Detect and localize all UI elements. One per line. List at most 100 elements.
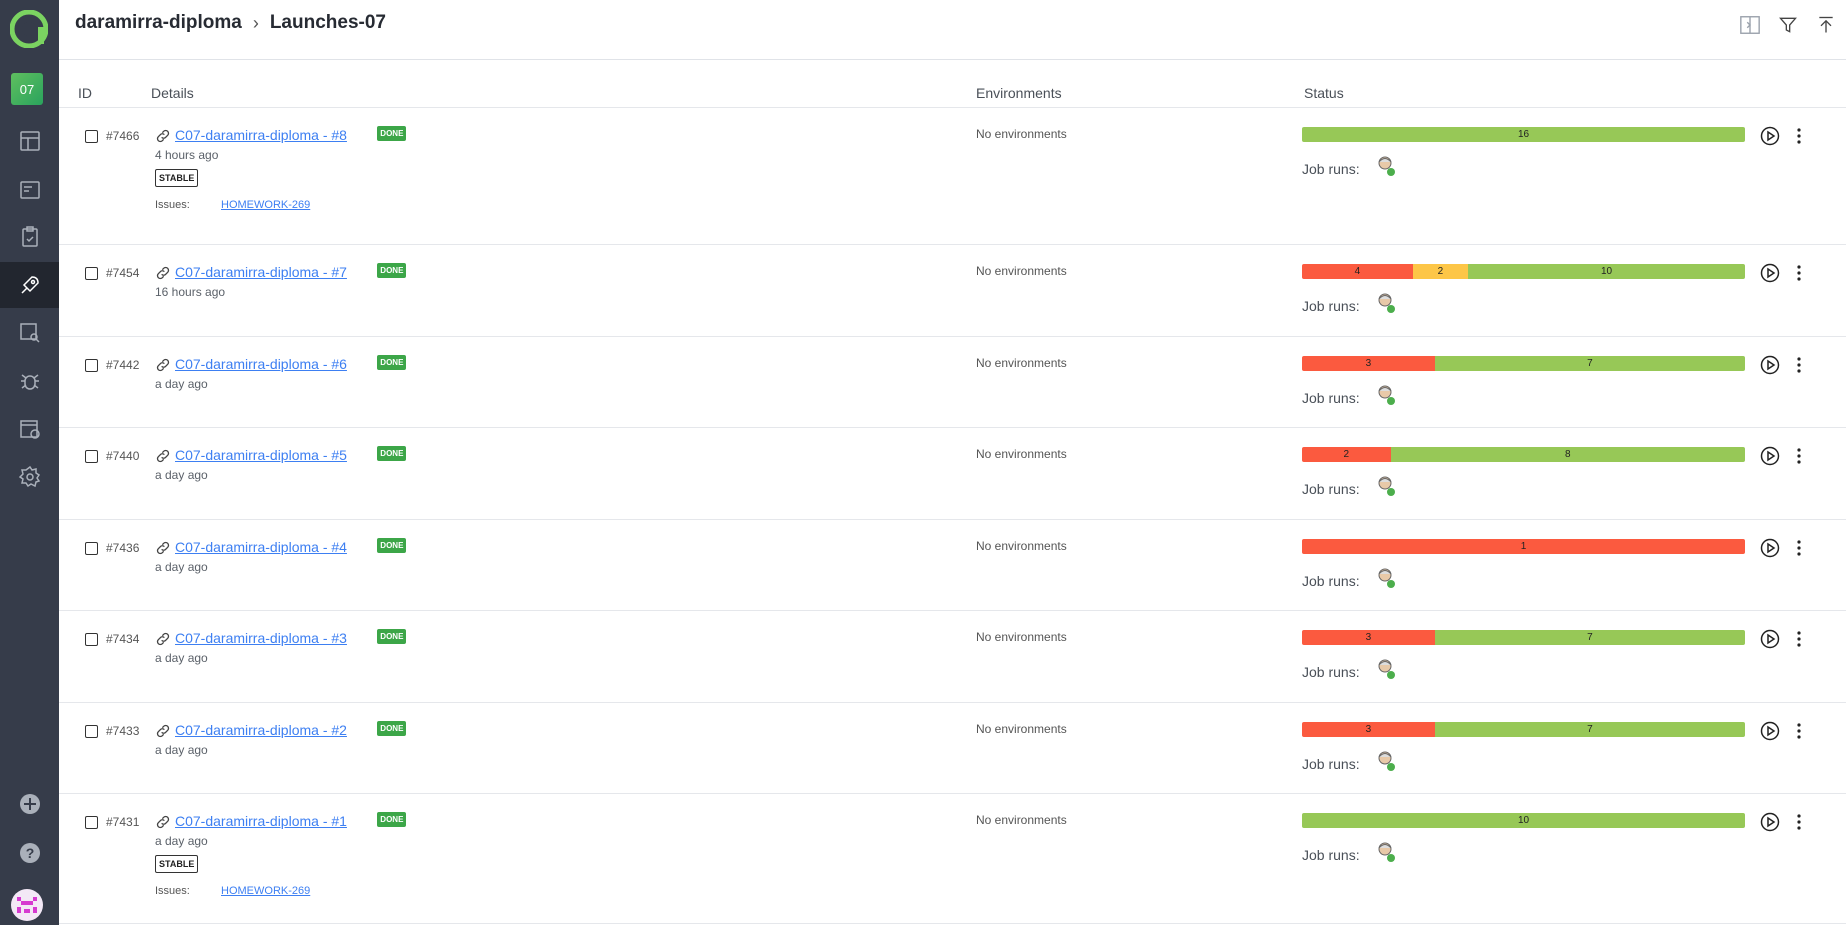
user-avatar[interactable] (11, 889, 43, 921)
launch-row[interactable]: #7436 C07-daramirra-diploma - #4 DONE a day… (59, 520, 1846, 611)
link-icon (156, 541, 170, 555)
project-badge[interactable]: 07 (11, 73, 43, 105)
rerun-button[interactable] (1760, 812, 1780, 832)
row-checkbox[interactable] (85, 725, 98, 738)
more-vertical-icon[interactable] (1789, 355, 1809, 375)
breadcrumb-project[interactable]: daramirra-diploma (75, 12, 242, 34)
job-run-avatar-icon[interactable] (1376, 567, 1396, 589)
more-vertical-icon[interactable] (1789, 263, 1809, 283)
status-bar[interactable]: 16 (1302, 127, 1745, 142)
scroll-top-button[interactable] (1814, 13, 1838, 37)
rerun-button[interactable] (1760, 355, 1780, 375)
status-bar[interactable]: 37 (1302, 356, 1745, 371)
more-vertical-icon[interactable] (1789, 126, 1809, 146)
row-checkbox[interactable] (85, 633, 98, 646)
row-checkbox[interactable] (85, 816, 98, 829)
sidebar-item-test-plans[interactable] (0, 214, 59, 260)
status-segment-passed: 10 (1468, 264, 1745, 279)
status-segment-failed: 3 (1302, 356, 1435, 371)
launch-id: #7454 (106, 266, 140, 280)
status-badge: DONE (377, 538, 407, 553)
filter-button[interactable] (1776, 13, 1800, 37)
rerun-button[interactable] (1760, 721, 1780, 741)
launch-link[interactable]: C07-daramirra-diploma - #6 (175, 356, 347, 372)
job-run-avatar-icon[interactable] (1376, 658, 1396, 680)
issue-link[interactable]: HOMEWORK-269 (221, 885, 310, 897)
sidebar-item-jobs[interactable] (0, 406, 59, 452)
environments-value: No environments (976, 127, 1067, 141)
launch-link[interactable]: C07-daramirra-diploma - #3 (175, 630, 347, 646)
row-checkbox[interactable] (85, 130, 98, 143)
job-run-avatar-icon[interactable] (1376, 384, 1396, 406)
job-runs-label: Job runs: (1302, 573, 1360, 589)
status-bar[interactable]: 4 2 10 (1302, 264, 1745, 279)
more-vertical-icon[interactable] (1789, 629, 1809, 649)
status-segment-passed: 8 (1390, 447, 1745, 462)
sidebar-item-dashboards[interactable] (0, 118, 59, 164)
launch-row[interactable]: #7434 C07-daramirra-diploma - #3 DONE a day… (59, 611, 1846, 703)
job-run-avatar-icon[interactable] (1376, 155, 1396, 177)
rerun-button[interactable] (1760, 538, 1780, 558)
job-run-avatar-icon[interactable] (1376, 750, 1396, 772)
launch-time: a day ago (155, 468, 208, 482)
avatar-icon (17, 897, 37, 913)
row-checkbox[interactable] (85, 542, 98, 555)
col-id[interactable]: ID (78, 85, 92, 101)
environments-value: No environments (976, 356, 1067, 370)
launch-link[interactable]: C07-daramirra-diploma - #1 (175, 813, 347, 829)
launch-row[interactable]: #7466 C07-daramirra-diploma - #8 DONE 4 hou… (59, 108, 1846, 245)
rerun-button[interactable] (1760, 126, 1780, 146)
row-checkbox[interactable] (85, 450, 98, 463)
status-bar[interactable]: 1 (1302, 539, 1745, 554)
status-segment-passed: 16 (1302, 127, 1745, 142)
launch-link[interactable]: C07-daramirra-diploma - #5 (175, 447, 347, 463)
status-segment-passed: 7 (1434, 356, 1745, 371)
stable-tag[interactable]: STABLE (155, 169, 199, 187)
sidebar-item-launches[interactable] (0, 262, 59, 308)
launch-link[interactable]: C07-daramirra-diploma - #8 (175, 127, 347, 143)
arrow-up-icon (1819, 16, 1833, 33)
create-button[interactable] (0, 781, 59, 827)
row-checkbox[interactable] (85, 359, 98, 372)
status-bar[interactable]: 37 (1302, 630, 1745, 645)
launch-link[interactable]: C07-daramirra-diploma - #4 (175, 539, 347, 555)
more-vertical-icon[interactable] (1789, 812, 1809, 832)
rerun-button[interactable] (1760, 263, 1780, 283)
help-button[interactable]: ? (0, 830, 59, 876)
status-bar[interactable]: 37 (1302, 722, 1745, 737)
status-bar[interactable]: 28 (1302, 447, 1745, 462)
status-segment-failed: 3 (1302, 630, 1435, 645)
launch-link[interactable]: C07-daramirra-diploma - #7 (175, 264, 347, 280)
launch-id: #7431 (106, 815, 140, 829)
sidebar-item-analytics[interactable] (0, 310, 59, 356)
launch-link[interactable]: C07-daramirra-diploma - #2 (175, 722, 347, 738)
sidebar-item-defects[interactable] (0, 358, 59, 404)
sidebar-item-test-cases[interactable] (0, 167, 59, 213)
launch-row[interactable]: #7440 C07-daramirra-diploma - #5 DONE a day… (59, 428, 1846, 520)
link-icon (156, 815, 170, 829)
row-checkbox[interactable] (85, 267, 98, 280)
launch-row[interactable]: #7454 C07-daramirra-diploma - #7 DONE 16 ho… (59, 245, 1846, 337)
rerun-button[interactable] (1760, 446, 1780, 466)
allure-logo-icon[interactable] (10, 10, 48, 48)
launch-id: #7442 (106, 358, 140, 372)
sidebar-item-settings[interactable] (0, 454, 59, 500)
table-header: ID Details Environments Status (59, 62, 1846, 108)
job-run-avatar-icon[interactable] (1376, 292, 1396, 314)
page-header: daramirra-diploma › Launches-07 (59, 0, 1846, 60)
status-segment-passed: 7 (1434, 722, 1745, 737)
launch-row[interactable]: #7433 C07-daramirra-diploma - #2 DONE a day… (59, 703, 1846, 794)
launch-row[interactable]: #7431 C07-daramirra-diploma - #1 DONE a day… (59, 794, 1846, 924)
compare-button[interactable] (1738, 13, 1762, 37)
launch-row[interactable]: #7442 C07-daramirra-diploma - #6 DONE a day… (59, 337, 1846, 428)
rerun-button[interactable] (1760, 629, 1780, 649)
stable-tag[interactable]: STABLE (155, 855, 199, 873)
status-bar[interactable]: 10 (1302, 813, 1745, 828)
more-vertical-icon[interactable] (1789, 721, 1809, 741)
job-run-avatar-icon[interactable] (1376, 841, 1396, 863)
more-vertical-icon[interactable] (1789, 446, 1809, 466)
issue-link[interactable]: HOMEWORK-269 (221, 199, 310, 211)
more-vertical-icon[interactable] (1789, 538, 1809, 558)
job-run-avatar-icon[interactable] (1376, 475, 1396, 497)
job-runs-label: Job runs: (1302, 664, 1360, 680)
